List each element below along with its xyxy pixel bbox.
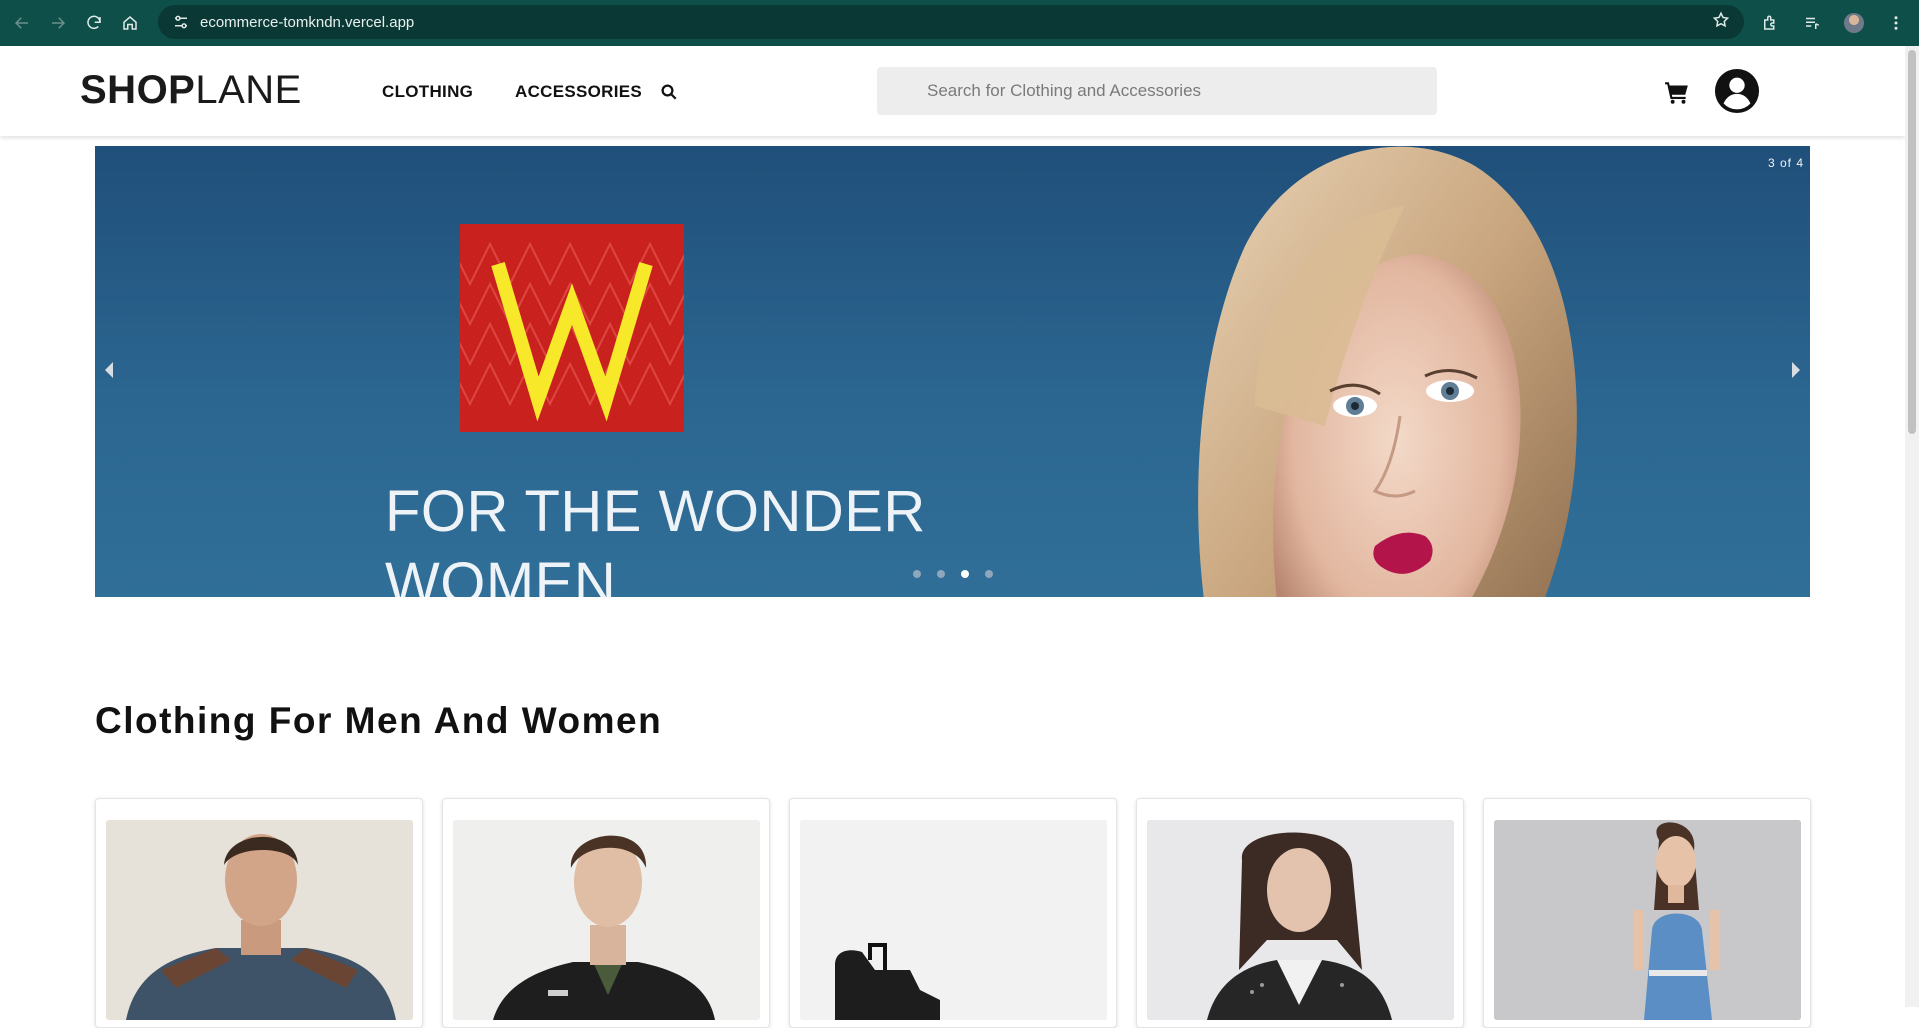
menu-kebab-icon[interactable] (1883, 10, 1909, 36)
url-text: ecommerce-tomkndn.vercel.app (200, 13, 415, 31)
slide-caption-line1: FOR THE WONDER (385, 479, 926, 544)
search-icon[interactable] (660, 83, 678, 101)
browser-toolbar: ecommerce-tomkndn.vercel.app (0, 0, 1919, 46)
product-image[interactable] (800, 820, 1107, 1020)
model-face-image (1198, 146, 1577, 597)
product-image[interactable] (1147, 820, 1454, 1020)
product-image[interactable] (1494, 820, 1801, 1020)
w-brand-logo (460, 224, 684, 432)
carousel-dot-2[interactable] (937, 570, 945, 578)
site-header: SHOPLANE CLOTHING ACCESSORIES (0, 46, 1905, 136)
product-image[interactable] (106, 820, 413, 1020)
back-icon[interactable] (4, 5, 40, 41)
bookmark-star-icon[interactable] (1712, 11, 1730, 33)
reload-icon[interactable] (76, 5, 112, 41)
shoplane-logo[interactable]: SHOPLANE (80, 68, 302, 113)
forward-icon[interactable] (40, 5, 76, 41)
site-settings-icon[interactable] (166, 13, 196, 31)
logo-bold-text: SHOP (80, 68, 196, 112)
product-card[interactable] (1136, 798, 1464, 1028)
browser-actions (1757, 0, 1919, 46)
carousel-dot-1[interactable] (913, 570, 921, 578)
logo-light-text: LANE (195, 68, 302, 112)
carousel-prev-arrow[interactable] (101, 359, 117, 381)
product-card[interactable] (95, 798, 423, 1028)
cart-icon[interactable] (1664, 79, 1690, 105)
brand-tile-pattern (460, 241, 684, 422)
product-card[interactable] (789, 798, 1117, 1028)
search-input[interactable] (877, 67, 1437, 115)
carousel-next-arrow[interactable] (1788, 359, 1804, 381)
nav-accessories[interactable]: ACCESSORIES (515, 82, 642, 102)
carousel-dot-3[interactable] (961, 570, 969, 578)
product-card[interactable] (442, 798, 770, 1028)
section-title: Clothing For Men And Women (95, 700, 663, 741)
extensions-icon[interactable] (1757, 10, 1783, 36)
slide-counter: 3 of 4 (1767, 156, 1804, 170)
address-bar[interactable]: ecommerce-tomkndn.vercel.app (158, 5, 1744, 39)
slide-caption-line2: WOMEN (385, 551, 617, 597)
home-icon[interactable] (112, 5, 148, 41)
page-scrollbar[interactable] (1905, 46, 1919, 1007)
product-image[interactable] (453, 820, 760, 1020)
user-account-icon[interactable] (1714, 68, 1760, 114)
scrollbar-thumb[interactable] (1908, 50, 1916, 434)
product-card[interactable] (1483, 798, 1811, 1028)
carousel-dot-4[interactable] (985, 570, 993, 578)
nav-clothing[interactable]: CLOTHING (382, 82, 473, 102)
profile-avatar[interactable] (1841, 10, 1867, 36)
product-grid (95, 798, 1811, 1028)
hero-carousel[interactable]: 3 of 4 FOR THE WONDER WOMEN (95, 146, 1810, 597)
carousel-dots (913, 570, 993, 578)
media-control-icon[interactable] (1799, 10, 1825, 36)
slide-caption: FOR THE WONDER WOMEN (385, 476, 926, 597)
